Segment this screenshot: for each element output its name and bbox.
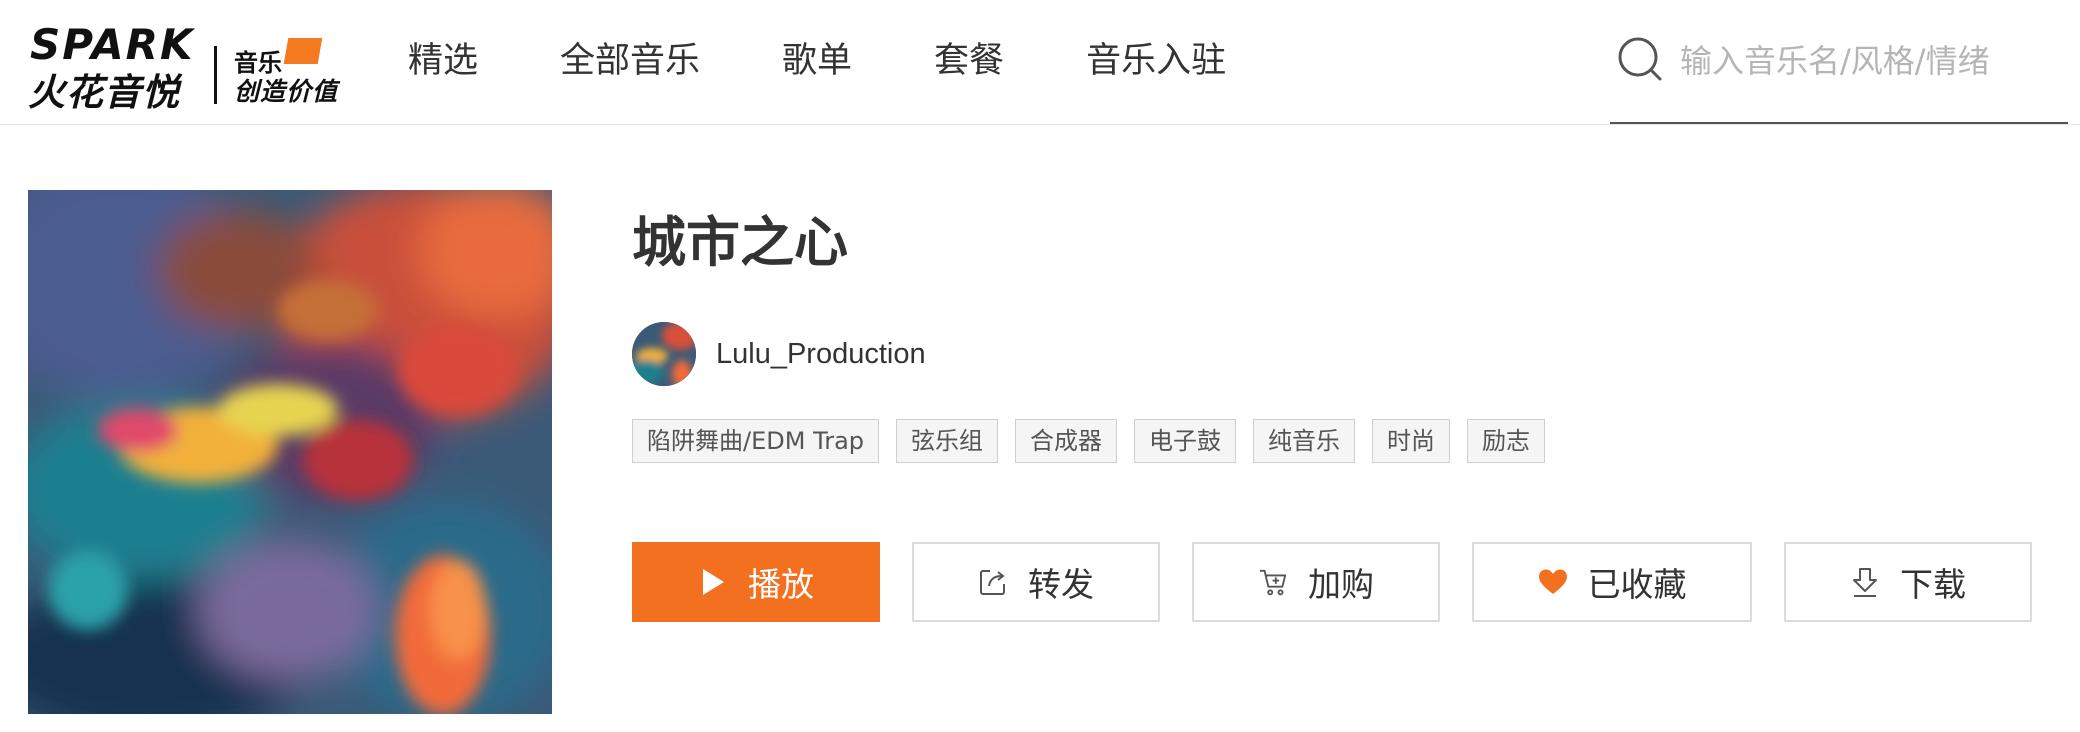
cart-icon xyxy=(1258,567,1288,597)
album-cover[interactable] xyxy=(28,190,552,714)
add-to-cart-button[interactable]: 加购 xyxy=(1192,542,1440,622)
cart-label: 加购 xyxy=(1308,565,1374,604)
nav-item-all-music[interactable]: 全部音乐 xyxy=(560,36,700,86)
favorite-label: 已收藏 xyxy=(1587,565,1687,604)
play-label: 播放 xyxy=(748,565,814,604)
nav-item-join[interactable]: 音乐入驻 xyxy=(1086,36,1226,86)
logo-brand-cn: 火花音悦 xyxy=(28,71,180,114)
tag-inspiring[interactable]: 励志 xyxy=(1467,419,1546,463)
main-nav: 精选 全部音乐 歌单 套餐 音乐入驻 xyxy=(408,36,1308,86)
download-label: 下载 xyxy=(1900,565,1966,604)
play-button[interactable]: 播放 xyxy=(632,542,880,622)
search-icon[interactable] xyxy=(1616,35,1666,85)
download-icon xyxy=(1850,567,1880,597)
tag-strings[interactable]: 弦乐组 xyxy=(896,419,999,463)
logo-accent-mark xyxy=(283,38,323,64)
nav-item-playlists[interactable]: 歌单 xyxy=(782,36,852,86)
tag-fashion[interactable]: 时尚 xyxy=(1372,419,1451,463)
share-label: 转发 xyxy=(1028,565,1094,604)
tag-drums[interactable]: 电子鼓 xyxy=(1134,419,1237,463)
share-icon xyxy=(978,567,1008,597)
tag-list: 陷阱舞曲/EDM Trap 弦乐组 合成器 电子鼓 纯音乐 时尚 励志 xyxy=(632,419,1562,463)
artist-name[interactable]: Lulu_Production xyxy=(716,338,926,371)
favorite-button[interactable]: 已收藏 xyxy=(1472,542,1752,622)
logo-divider xyxy=(214,46,217,104)
play-icon xyxy=(698,567,728,597)
tag-instrumental[interactable]: 纯音乐 xyxy=(1253,419,1356,463)
tag-genre[interactable]: 陷阱舞曲/EDM Trap xyxy=(632,419,880,463)
song-title: 城市之心 xyxy=(632,211,848,274)
tag-synth[interactable]: 合成器 xyxy=(1015,419,1118,463)
search-input[interactable] xyxy=(1680,36,2050,86)
nav-item-featured[interactable]: 精选 xyxy=(408,36,478,86)
download-button[interactable]: 下载 xyxy=(1784,542,2032,622)
spark-logo[interactable]: SPARK 火花音悦 音乐 创造价值 xyxy=(28,20,358,114)
top-header: SPARK 火花音悦 音乐 创造价值 精选 全部音乐 歌单 套餐 音乐入驻 xyxy=(0,0,2080,125)
artist-info[interactable]: Lulu_Production xyxy=(632,322,926,386)
logo-slogan-line2: 创造价值 xyxy=(234,77,339,106)
share-button[interactable]: 转发 xyxy=(912,542,1160,622)
heart-icon xyxy=(1538,567,1568,597)
search-box xyxy=(1610,30,2068,124)
nav-item-packages[interactable]: 套餐 xyxy=(934,36,1004,86)
artist-avatar[interactable] xyxy=(632,322,696,386)
